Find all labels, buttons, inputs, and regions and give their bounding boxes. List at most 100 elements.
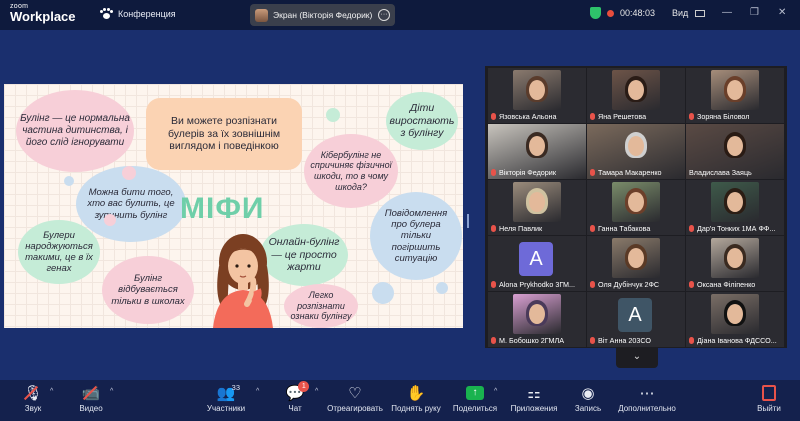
shield-icon: [590, 7, 601, 19]
meeting-toolbar: 🎙 Звук ^ 📹 Видео ^ 👥 33 Участники ^ 💬 1 Ча…: [0, 380, 800, 421]
microphone-muted-icon: [590, 169, 595, 176]
participant-avatar-letter: A: [618, 298, 652, 332]
participant-tile[interactable]: Неля Павлик: [488, 180, 586, 235]
view-button[interactable]: Вид: [672, 8, 705, 18]
zoom-logo: zoom Workplace: [10, 3, 76, 23]
microphone-muted-icon: [491, 169, 496, 176]
apps-button[interactable]: ⚏ Приложения: [504, 382, 564, 413]
chat-options-caret[interactable]: ^: [315, 388, 318, 395]
heart-icon: ♡: [348, 385, 362, 402]
chat-label: Чат: [288, 404, 302, 413]
participant-video: [513, 70, 561, 110]
participant-name: Alona Prykhodko 3ГМ...: [499, 280, 576, 289]
microphone-muted-icon: [491, 281, 496, 288]
participant-name: Владислава Заяць: [689, 168, 752, 177]
resize-handle[interactable]: [467, 214, 469, 228]
myth-bubble: Булери народжуються такими, це в їх гена…: [18, 220, 100, 284]
share-options-caret[interactable]: ^: [494, 388, 497, 395]
participant-name-caption: Діана Іванова ФДССО...: [689, 336, 782, 345]
decor-dot: [122, 166, 136, 180]
participant-tile[interactable]: Ганна Табакова: [587, 180, 685, 235]
raise-hand-button[interactable]: ✋ Поднять руку: [386, 382, 446, 413]
participant-tile[interactable]: М. Бобошко 2ГМЛА: [488, 292, 586, 347]
paw-icon: [100, 8, 113, 20]
participant-tile[interactable]: Владислава Заяць: [686, 124, 784, 179]
microphone-muted-icon: [491, 113, 496, 120]
participant-tile[interactable]: Тамара Макаренко: [587, 124, 685, 179]
more-options-icon[interactable]: ···: [378, 9, 390, 21]
participant-tile[interactable]: Зоряна Біловол: [686, 68, 784, 123]
share-icon-wrap: ↑: [466, 382, 484, 404]
participant-name-caption: Дар'я Тонких 1МА ФФ...: [689, 224, 782, 233]
participant-tile[interactable]: Дар'я Тонких 1МА ФФ...: [686, 180, 784, 235]
minimize-icon[interactable]: —: [722, 7, 732, 18]
participant-face: [529, 304, 545, 324]
record-button[interactable]: ◉ Запись: [558, 382, 618, 413]
audio-label: Звук: [24, 404, 42, 413]
myth-bubble: Кібербулінг не спричиняє фізичної шкоди,…: [304, 134, 398, 208]
chat-icon: 💬 1: [286, 381, 310, 404]
meeting-info[interactable]: Конференция: [100, 8, 176, 20]
close-icon[interactable]: ✕: [778, 7, 786, 18]
grid-view-icon: [694, 10, 705, 18]
leave-label: Выйти: [757, 404, 781, 413]
participants-button[interactable]: 👥 33 Участники: [196, 382, 256, 413]
participant-tile[interactable]: A Alona Prykhodko 3ГМ...: [488, 236, 586, 291]
participant-tile[interactable]: Діана Іванова ФДССО...: [686, 292, 784, 347]
participant-avatar-letter: A: [519, 242, 553, 276]
participant-face: [628, 136, 644, 156]
microphone-muted-icon: [590, 225, 595, 232]
participant-tile[interactable]: Вікторія Федорик: [488, 124, 586, 179]
participant-face: [529, 80, 545, 100]
participant-name: Дар'я Тонких 1МА ФФ...: [697, 224, 776, 233]
participant-name-caption: Неля Павлик: [491, 224, 584, 233]
participant-video: [513, 182, 561, 222]
apps-label: Приложения: [510, 404, 558, 413]
participant-face: [628, 80, 644, 100]
screen-share-indicator[interactable]: Экран (Вікторія Федорик) ···: [250, 4, 395, 26]
top-bar: zoom Workplace Конференция Экран (Віктор…: [0, 0, 800, 30]
share-screen-icon: ↑: [466, 386, 484, 400]
microphone-muted-icon: [491, 337, 496, 344]
participant-tile[interactable]: Язовська Альона: [488, 68, 586, 123]
share-button[interactable]: ↑ Поделиться: [445, 382, 505, 413]
more-dots-icon: ⋯: [639, 385, 655, 402]
participant-tile[interactable]: Оля Дубінчук 2ФС: [587, 236, 685, 291]
meeting-timer: 00:48:03: [620, 8, 656, 18]
participant-name: М. Бобошко 2ГМЛА: [499, 336, 565, 345]
microphone-muted-icon: [590, 281, 595, 288]
participant-face: [628, 248, 644, 268]
camera-off-icon: 📹: [81, 385, 101, 402]
shared-screen: Булінг — це нормальна частина дитинства,…: [4, 84, 463, 328]
microphone-muted-icon: [689, 337, 694, 344]
participant-video: [612, 70, 660, 110]
recording-icon: [607, 9, 614, 17]
video-button[interactable]: 📹 Видео: [61, 382, 121, 413]
decor-dot: [104, 214, 116, 226]
chat-button[interactable]: 💬 1 Чат: [265, 381, 325, 413]
participant-tile[interactable]: Яна Решетова: [587, 68, 685, 123]
participant-tile[interactable]: Оксана Філіпенко: [686, 236, 784, 291]
hand-icon: ✋: [406, 385, 426, 402]
participant-name-caption: Язовська Альона: [491, 112, 584, 121]
decor-dot: [436, 282, 448, 294]
more-button[interactable]: ⋯ Дополнительно: [617, 382, 677, 413]
view-label: Вид: [672, 8, 689, 18]
participant-name: Ганна Табакова: [598, 224, 651, 233]
restore-icon[interactable]: ❐: [750, 7, 759, 18]
gallery-more-button[interactable]: ⌄: [616, 348, 658, 368]
participant-face: [727, 304, 743, 324]
react-button[interactable]: ♡ Отреагировать: [325, 382, 385, 413]
microphone-muted-icon: [689, 281, 694, 288]
microphone-muted-icon: [590, 337, 595, 344]
participant-tile[interactable]: A Віт Анна 203СО: [587, 292, 685, 347]
audio-options-caret[interactable]: ^: [50, 388, 53, 395]
audio-button[interactable]: 🎙 Звук: [3, 382, 63, 413]
myth-bubble: Повідомлення про булера тільки погіршить…: [370, 192, 462, 280]
participants-options-caret[interactable]: ^: [256, 388, 259, 395]
participant-name: Оксана Філіпенко: [697, 280, 756, 289]
participant-video: [513, 294, 561, 334]
participant-name-caption: Яна Решетова: [590, 112, 683, 121]
video-options-caret[interactable]: ^: [110, 388, 113, 395]
leave-button[interactable]: Выйти: [739, 382, 799, 413]
